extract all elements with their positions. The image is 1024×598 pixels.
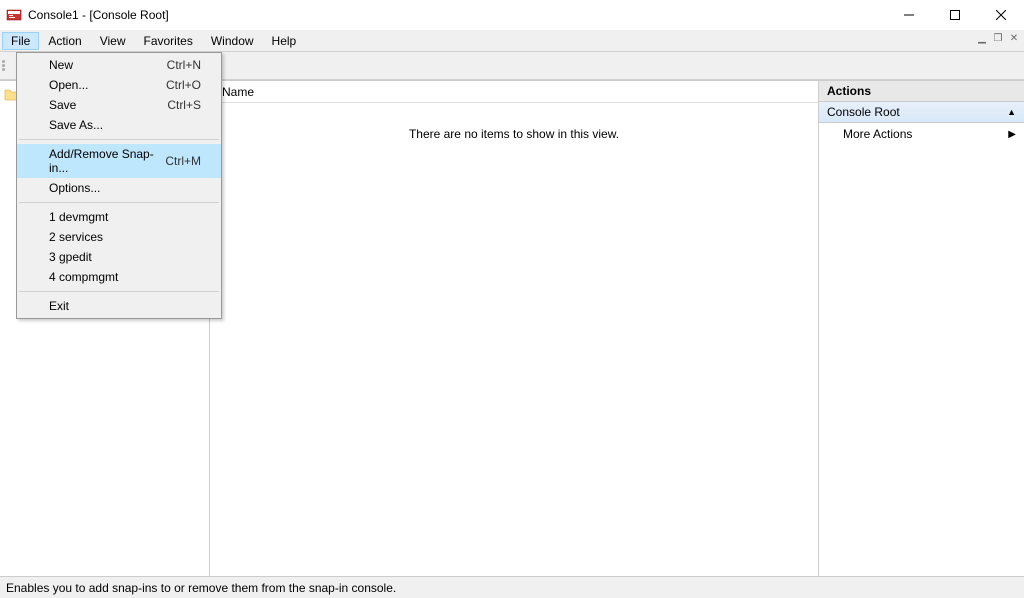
file-new-label: New: [49, 58, 73, 72]
mdi-minimize-icon[interactable]: ▁: [974, 30, 990, 46]
file-save-as[interactable]: Save As...: [17, 115, 221, 135]
toolbar-grip: [2, 56, 8, 76]
menu-action[interactable]: Action: [39, 32, 90, 50]
close-button[interactable]: [978, 0, 1024, 30]
statusbar: Enables you to add snap-ins to or remove…: [0, 576, 1024, 598]
submenu-arrow-icon: ▶: [1008, 129, 1016, 140]
file-options[interactable]: Options...: [17, 178, 221, 198]
file-dropdown: New Ctrl+N Open... Ctrl+O Save Ctrl+S Sa…: [16, 52, 222, 319]
file-mru-4[interactable]: 4 compmgmt: [17, 267, 221, 287]
dropdown-separator: [19, 202, 219, 203]
file-options-label: Options...: [49, 181, 100, 195]
window-controls: [886, 0, 1024, 30]
app-icon: [6, 7, 22, 23]
file-open-shortcut: Ctrl+O: [166, 78, 201, 92]
status-text: Enables you to add snap-ins to or remove…: [6, 581, 396, 595]
file-mru-2[interactable]: 2 services: [17, 227, 221, 247]
file-mru-1[interactable]: 1 devmgmt: [17, 207, 221, 227]
actions-title: Actions: [819, 81, 1024, 102]
dropdown-separator: [19, 291, 219, 292]
action-more-label: More Actions: [843, 127, 912, 141]
maximize-button[interactable]: [932, 0, 978, 30]
actions-group[interactable]: Console Root ▲: [819, 102, 1024, 123]
dropdown-separator: [19, 139, 219, 140]
file-exit[interactable]: Exit: [17, 296, 221, 316]
minimize-button[interactable]: [886, 0, 932, 30]
list-body: There are no items to show in this view.: [210, 103, 818, 576]
file-add-remove-shortcut: Ctrl+M: [165, 154, 201, 168]
menu-favorites[interactable]: Favorites: [135, 32, 202, 50]
menu-window[interactable]: Window: [202, 32, 263, 50]
mdi-close-icon[interactable]: ✕: [1006, 30, 1022, 46]
mdi-restore-icon[interactable]: ❐: [990, 30, 1006, 46]
titlebar: Console1 - [Console Root]: [0, 0, 1024, 30]
file-save-shortcut: Ctrl+S: [167, 98, 201, 112]
file-save-as-label: Save As...: [49, 118, 103, 132]
list-col-name[interactable]: Name: [216, 83, 260, 101]
menu-help[interactable]: Help: [263, 32, 306, 50]
empty-message: There are no items to show in this view.: [409, 127, 619, 141]
menu-file[interactable]: File: [2, 32, 39, 50]
file-add-remove-snapin[interactable]: Add/Remove Snap-in... Ctrl+M: [17, 144, 221, 178]
collapse-icon: ▲: [1007, 107, 1016, 117]
mdi-controls: ▁ ❐ ✕: [974, 30, 1022, 46]
file-new-shortcut: Ctrl+N: [167, 58, 201, 72]
actions-pane: Actions Console Root ▲ More Actions ▶: [818, 81, 1024, 576]
menu-view[interactable]: View: [91, 32, 135, 50]
action-more-actions[interactable]: More Actions ▶: [819, 123, 1024, 145]
file-save-label: Save: [49, 98, 76, 112]
file-add-remove-label: Add/Remove Snap-in...: [49, 147, 165, 175]
titlebar-left: Console1 - [Console Root]: [6, 7, 169, 23]
file-mru-3[interactable]: 3 gpedit: [17, 247, 221, 267]
list-header: Name: [210, 81, 818, 103]
window-title: Console1 - [Console Root]: [28, 8, 169, 22]
list-pane: Name There are no items to show in this …: [210, 81, 818, 576]
menubar: File Action View Favorites Window Help ▁…: [0, 30, 1024, 52]
file-save[interactable]: Save Ctrl+S: [17, 95, 221, 115]
file-new[interactable]: New Ctrl+N: [17, 55, 221, 75]
file-open[interactable]: Open... Ctrl+O: [17, 75, 221, 95]
file-open-label: Open...: [49, 78, 88, 92]
actions-group-label: Console Root: [827, 105, 900, 119]
